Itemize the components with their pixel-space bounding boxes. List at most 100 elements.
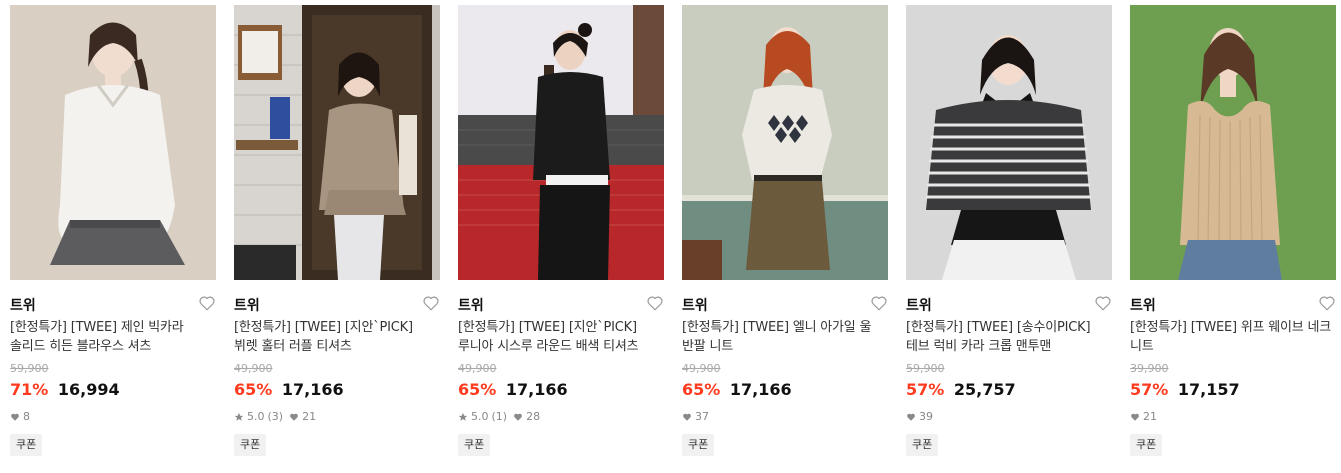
- product-title[interactable]: [한정특가] [TWEE] [지안`PICK] 루니아 시스루 라운드 배색 티…: [458, 318, 664, 356]
- heart-icon[interactable]: [1094, 294, 1112, 312]
- product-card[interactable]: 트위 [한정특가] [TWEE] 위프 웨이브 네크 니트 39,900 57%…: [1130, 0, 1336, 473]
- original-price: 59,900: [10, 362, 49, 375]
- product-image[interactable]: [234, 5, 440, 280]
- product-title-line1: [한정특가] [TWEE] 엘니 아가일 울: [682, 320, 872, 335]
- heart-icon[interactable]: [646, 294, 664, 312]
- product-title-line2: 니트: [1130, 339, 1154, 354]
- product-title-line2: 솔리드 히든 블라우스 셔츠: [10, 339, 152, 354]
- brand-row: 트위: [682, 293, 888, 315]
- product-meta: 21: [1130, 410, 1157, 423]
- sale-price: 17,166: [281, 380, 344, 399]
- product-title-line1: [한정특가] [TWEE] [송수이PICK]: [906, 320, 1091, 335]
- heart-icon[interactable]: [1318, 294, 1336, 312]
- product-title-line2: 뷔렛 홀터 러플 티셔츠: [234, 339, 352, 354]
- brand-name[interactable]: 트위: [234, 295, 260, 315]
- brand-name[interactable]: 트위: [458, 295, 484, 315]
- brand-name[interactable]: 트위: [1130, 295, 1156, 315]
- original-price: 49,900: [458, 362, 497, 375]
- coupon-badge: 쿠폰: [10, 434, 43, 456]
- heart-icon[interactable]: [422, 294, 440, 312]
- filled-heart-icon: [514, 413, 522, 421]
- product-image[interactable]: [682, 5, 888, 280]
- brand-name[interactable]: 트위: [682, 295, 708, 315]
- product-card[interactable]: 트위 [한정특가] [TWEE] [지안`PICK] 루니아 시스루 라운드 배…: [458, 0, 664, 473]
- product-title-line1: [한정특가] [TWEE] 제인 빅카라: [10, 320, 184, 335]
- product-meta: 8: [10, 410, 30, 423]
- product-title-line2: 반팔 니트: [682, 339, 733, 354]
- sale-price: 16,994: [57, 380, 120, 399]
- filled-heart-icon: [290, 413, 298, 421]
- product-image[interactable]: [10, 5, 216, 280]
- product-image[interactable]: [458, 5, 664, 280]
- product-image[interactable]: [1130, 5, 1336, 280]
- coupon-badge: 쿠폰: [458, 434, 491, 456]
- likes-count: 21: [1143, 410, 1157, 423]
- coupon-badge: 쿠폰: [906, 434, 939, 456]
- likes-group: 28: [513, 410, 540, 423]
- likes-count: 21: [302, 410, 317, 423]
- likes-group: 21: [289, 410, 316, 423]
- original-price: 49,900: [234, 362, 273, 375]
- product-title[interactable]: [한정특가] [TWEE] 제인 빅카라 솔리드 히든 블라우스 셔츠: [10, 318, 216, 356]
- sale-price: 17,166: [729, 380, 792, 399]
- product-title-line1: [한정특가] [TWEE] 위프 웨이브 네크: [1130, 320, 1331, 335]
- heart-icon[interactable]: [870, 294, 888, 312]
- brand-name[interactable]: 트위: [10, 295, 36, 315]
- coupon-badge: 쿠폰: [1130, 434, 1163, 456]
- brand-row: 트위: [10, 293, 216, 315]
- price-row: 65% 17,166: [682, 380, 792, 402]
- product-title[interactable]: [한정특가] [TWEE] 엘니 아가일 울 반팔 니트: [682, 318, 888, 356]
- original-price: 49,900: [682, 362, 721, 375]
- coupon-badge: 쿠폰: [234, 434, 267, 456]
- product-title[interactable]: [한정특가] [TWEE] [송수이PICK] 테브 럭비 카라 크롭 맨투맨: [906, 318, 1112, 356]
- product-title-line1: [한정특가] [TWEE] [지안`PICK]: [234, 320, 413, 335]
- sale-price: 17,166: [505, 380, 568, 399]
- discount-rate: 57%: [906, 380, 945, 399]
- product-meta: 5.0 (1) 28: [458, 410, 540, 423]
- likes-group: 8: [10, 410, 30, 423]
- discount-rate: 65%: [234, 380, 273, 399]
- product-title-line2: 루니아 시스루 라운드 배색 티셔츠: [458, 339, 639, 354]
- likes-count: 8: [23, 410, 30, 423]
- product-title[interactable]: [한정특가] [TWEE] [지안`PICK] 뷔렛 홀터 러플 티셔츠: [234, 318, 440, 356]
- price-row: 57% 17,157: [1130, 380, 1240, 402]
- star-icon: [458, 412, 468, 421]
- rating-group: 5.0 (1): [458, 410, 507, 423]
- rating-value: 5.0: [247, 410, 265, 423]
- filled-heart-icon: [1131, 413, 1139, 421]
- discount-rate: 65%: [458, 380, 497, 399]
- original-price: 39,900: [1130, 362, 1169, 375]
- rating-value: 5.0: [471, 410, 489, 423]
- product-card[interactable]: 트위 [한정특가] [TWEE] [지안`PICK] 뷔렛 홀터 러플 티셔츠 …: [234, 0, 440, 473]
- likes-count: 28: [526, 410, 541, 423]
- product-card[interactable]: 트위 [한정특가] [TWEE] [송수이PICK] 테브 럭비 카라 크롭 맨…: [906, 0, 1112, 473]
- brand-row: 트위: [906, 293, 1112, 315]
- original-price: 59,900: [906, 362, 945, 375]
- discount-rate: 57%: [1130, 380, 1169, 399]
- product-title-line2: 테브 럭비 카라 크롭 맨투맨: [906, 339, 1052, 354]
- likes-group: 21: [1130, 410, 1157, 423]
- rating-group: 5.0 (3): [234, 410, 283, 423]
- product-meta: 5.0 (3) 21: [234, 410, 316, 423]
- coupon-badge: 쿠폰: [682, 434, 715, 456]
- product-card[interactable]: 트위 [한정특가] [TWEE] 제인 빅카라 솔리드 히든 블라우스 셔츠 5…: [10, 0, 216, 473]
- likes-group: 37: [682, 410, 709, 423]
- product-meta: 37: [682, 410, 709, 423]
- sale-price: 25,757: [953, 380, 1016, 399]
- product-meta: 39: [906, 410, 933, 423]
- heart-icon[interactable]: [198, 294, 216, 312]
- brand-row: 트위: [234, 293, 440, 315]
- price-row: 71% 16,994: [10, 380, 120, 402]
- likes-count: 39: [919, 410, 933, 423]
- brand-row: 트위: [458, 293, 664, 315]
- discount-rate: 71%: [10, 380, 49, 399]
- brand-name[interactable]: 트위: [906, 295, 932, 315]
- product-image[interactable]: [906, 5, 1112, 280]
- sale-price: 17,157: [1177, 380, 1240, 399]
- filled-heart-icon: [11, 413, 19, 421]
- filled-heart-icon: [907, 413, 915, 421]
- product-title[interactable]: [한정특가] [TWEE] 위프 웨이브 네크 니트: [1130, 318, 1336, 356]
- discount-rate: 65%: [682, 380, 721, 399]
- price-row: 57% 25,757: [906, 380, 1016, 402]
- product-card[interactable]: 트위 [한정특가] [TWEE] 엘니 아가일 울 반팔 니트 49,900 6…: [682, 0, 888, 473]
